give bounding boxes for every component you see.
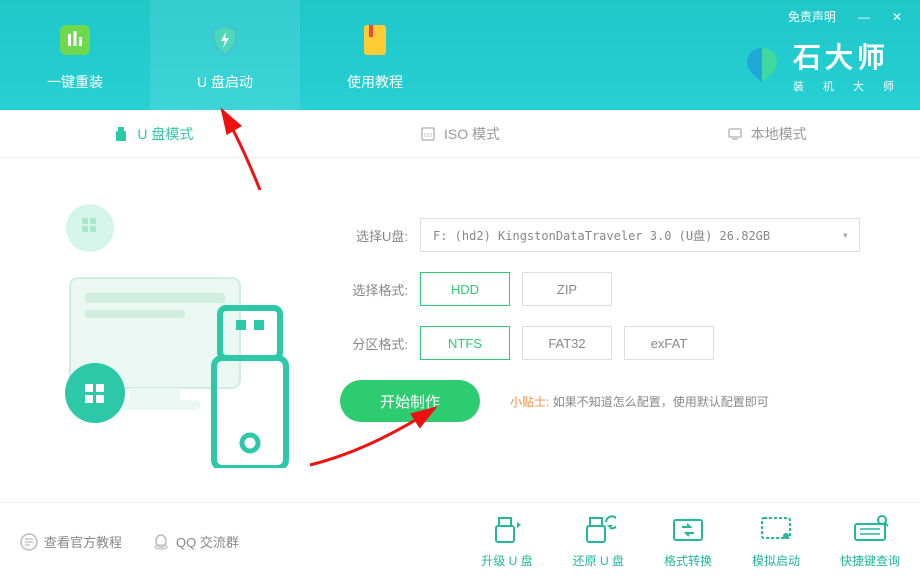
row-format: 选择格式: HDD ZIP	[340, 272, 860, 306]
monitor-icon	[727, 126, 743, 142]
tool-restore-usb[interactable]: 还原 U 盘	[573, 514, 624, 569]
nav-label: U 盘启动	[197, 72, 253, 92]
svg-text:ISO: ISO	[424, 133, 433, 139]
tool-format-convert[interactable]: 格式转换	[664, 514, 712, 569]
partition-label: 分区格式:	[340, 334, 420, 353]
main-nav: 一键重装 U 盘启动 使用教程	[0, 0, 450, 110]
tool-label: 升级 U 盘	[481, 552, 532, 569]
nav-tab-usb-boot[interactable]: U 盘启动	[150, 0, 300, 110]
minimize-button[interactable]: —	[854, 8, 874, 26]
tip-label: 小贴士:	[510, 395, 549, 409]
nav-tab-reinstall[interactable]: 一键重装	[0, 0, 150, 110]
disk-select[interactable]: F: (hd2) KingstonDataTraveler 3.0 (U盘) 2…	[420, 218, 860, 252]
row-partition: 分区格式: NTFS FAT32 exFAT	[340, 326, 860, 360]
tool-label: 格式转换	[664, 552, 712, 569]
brand-title: 石大师	[793, 36, 902, 76]
tip-body: 如果不知道怎么配置，使用默认配置即可	[553, 395, 769, 409]
brand-logo-icon	[741, 44, 783, 86]
tab-label: 本地模式	[751, 124, 807, 144]
nav-label: 一键重装	[47, 72, 103, 92]
tool-label: 还原 U 盘	[573, 552, 624, 569]
monitor-play-icon	[758, 514, 794, 546]
tab-local-mode[interactable]: 本地模式	[613, 110, 920, 157]
tab-label: U 盘模式	[137, 124, 193, 144]
usb-icon	[113, 126, 129, 142]
iso-icon: ISO	[420, 126, 436, 142]
disk-value: F: (hd2) KingstonDataTraveler 3.0 (U盘) 2…	[433, 227, 770, 244]
tool-simulate-boot[interactable]: 模拟启动	[752, 514, 800, 569]
tool-label: 模拟启动	[752, 552, 800, 569]
tab-label: ISO 模式	[444, 124, 500, 144]
link-label: 查看官方教程	[44, 532, 122, 551]
qq-group-link[interactable]: QQ 交流群	[152, 532, 239, 551]
qq-icon	[152, 533, 170, 551]
form-area: 选择U盘: F: (hd2) KingstonDataTraveler 3.0 …	[340, 188, 860, 478]
close-button[interactable]: ✕	[888, 8, 906, 26]
shield-bolt-icon	[204, 19, 246, 61]
tip-text: 小贴士: 如果不知道怎么配置，使用默认配置即可	[510, 393, 769, 410]
tool-hotkey-query[interactable]: 快捷键查询	[840, 514, 900, 569]
keyboard-icon	[852, 514, 888, 546]
nav-label: 使用教程	[347, 72, 403, 92]
action-row: 开始制作 小贴士: 如果不知道怎么配置，使用默认配置即可	[340, 380, 860, 422]
format-option-zip[interactable]: ZIP	[522, 272, 612, 306]
app-header: 一键重装 U 盘启动 使用教程 免责声明 — ✕ 石大师 装 机 大 师	[0, 0, 920, 110]
bars-icon	[54, 19, 96, 61]
usb-up-icon	[489, 514, 525, 546]
book-open-icon	[20, 533, 38, 551]
illustration	[40, 188, 300, 478]
tab-usb-mode[interactable]: U 盘模式	[0, 110, 307, 157]
tool-label: 快捷键查询	[840, 552, 900, 569]
brand-subtitle: 装 机 大 师	[793, 78, 902, 94]
partition-option-exfat[interactable]: exFAT	[624, 326, 714, 360]
start-button[interactable]: 开始制作	[340, 380, 480, 422]
disclaimer-link[interactable]: 免责声明	[784, 6, 840, 27]
book-icon	[354, 19, 396, 61]
main-content: 选择U盘: F: (hd2) KingstonDataTraveler 3.0 …	[0, 158, 920, 498]
partition-option-fat32[interactable]: FAT32	[522, 326, 612, 360]
bottom-bar: 查看官方教程 QQ 交流群 升级 U 盘 还原 U 盘 格式转换 模拟启动 快捷…	[0, 502, 920, 580]
title-bar: 免责声明 — ✕	[770, 0, 920, 33]
mode-tabs: U 盘模式 ISO ISO 模式 本地模式	[0, 110, 920, 158]
chevron-down-icon: ▾	[842, 228, 849, 242]
link-label: QQ 交流群	[176, 532, 239, 551]
format-option-hdd[interactable]: HDD	[420, 272, 510, 306]
usb-refresh-icon	[580, 514, 616, 546]
convert-icon	[670, 514, 706, 546]
partition-option-ntfs[interactable]: NTFS	[420, 326, 510, 360]
format-label: 选择格式:	[340, 280, 420, 299]
official-tutorial-link[interactable]: 查看官方教程	[20, 532, 122, 551]
nav-tab-tutorial[interactable]: 使用教程	[300, 0, 450, 110]
tool-upgrade-usb[interactable]: 升级 U 盘	[481, 514, 532, 569]
tab-iso-mode[interactable]: ISO ISO 模式	[307, 110, 614, 157]
disk-label: 选择U盘:	[340, 226, 420, 245]
row-select-disk: 选择U盘: F: (hd2) KingstonDataTraveler 3.0 …	[340, 218, 860, 252]
brand-logo-area: 石大师 装 机 大 师	[741, 36, 902, 94]
